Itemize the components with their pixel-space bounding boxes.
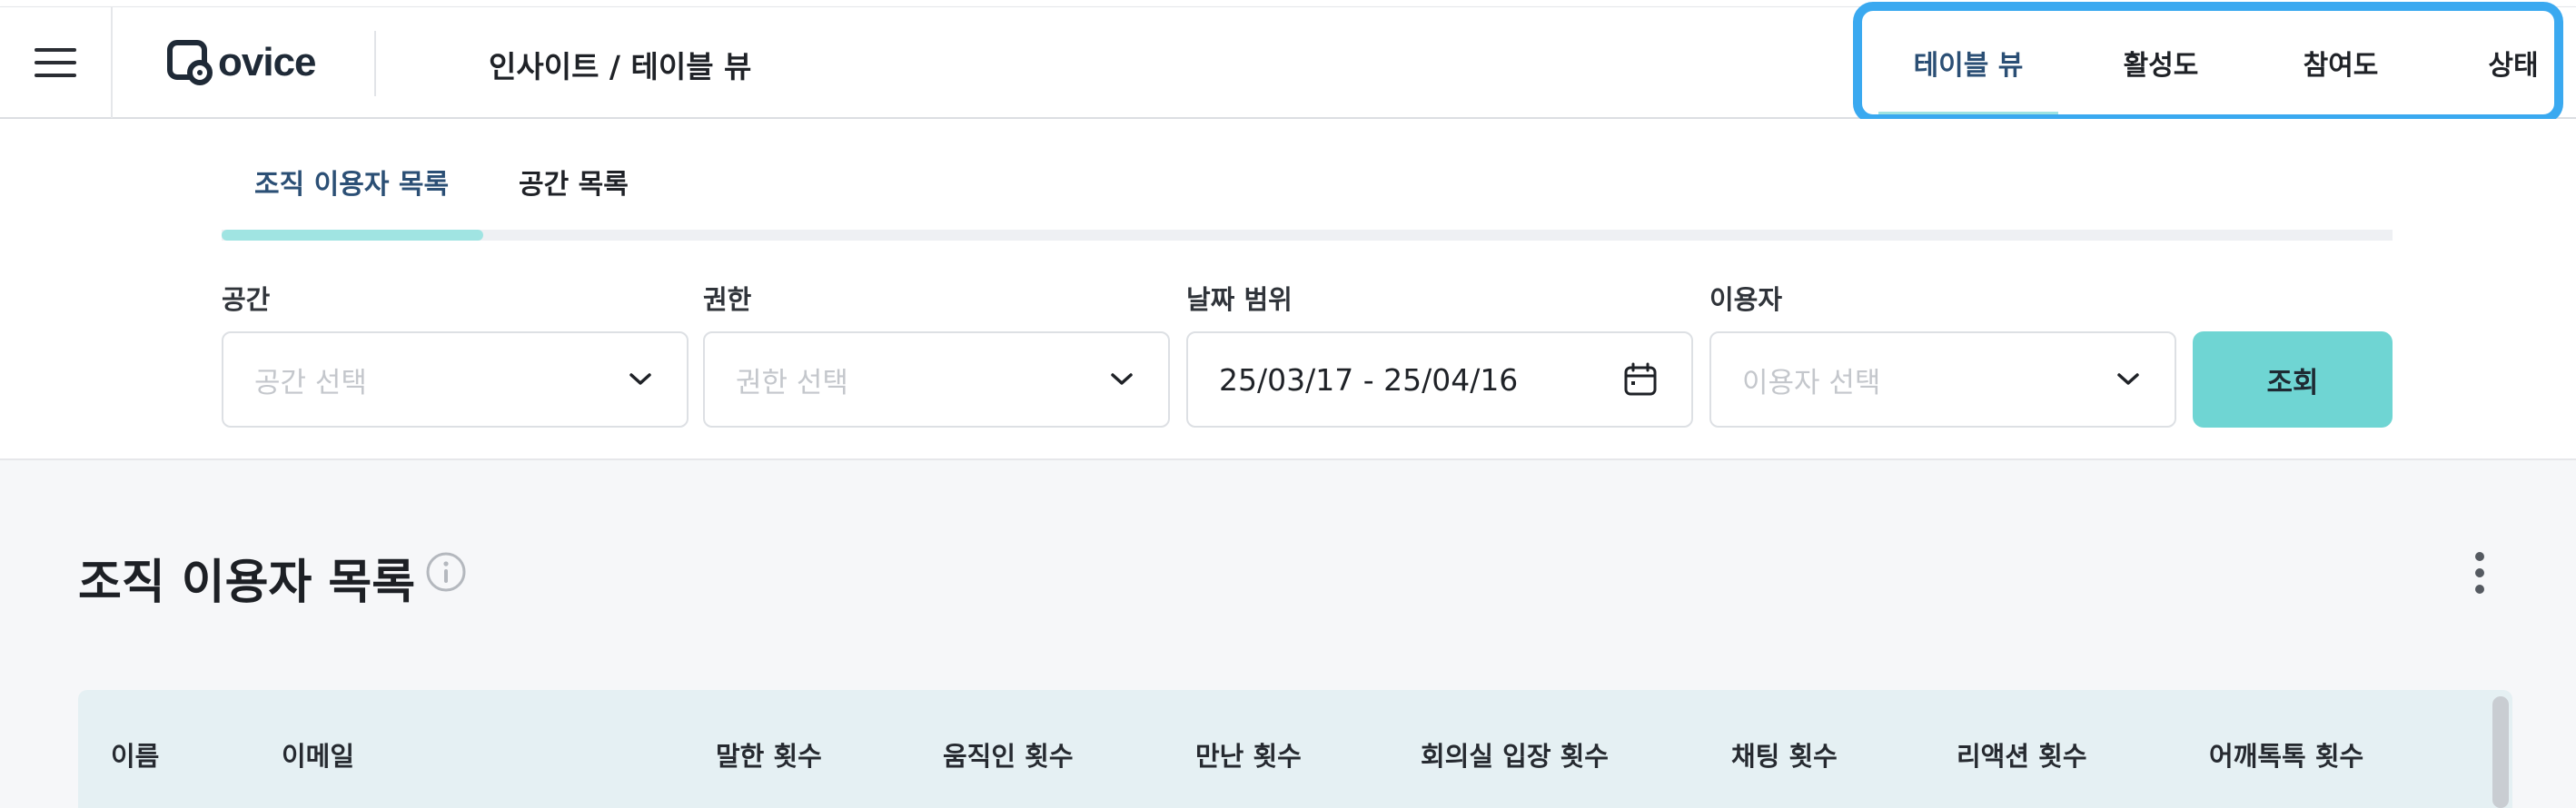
menu-button[interactable] <box>0 7 113 118</box>
logo-text: ovice <box>218 40 317 84</box>
top-header: ovice 인사이트 / 테이블 뷰 테이블 뷰 활성도 참여도 상태 <box>0 6 2576 121</box>
column-header-name[interactable]: 이름 <box>111 735 159 774</box>
content-panel: 조직 이용자 목록 이름 이메일 말한 횟수 움직인 횟수 만난 횟수 회의실 … <box>0 460 2576 808</box>
tab-activity[interactable]: 활성도 <box>2084 7 2238 118</box>
header-divider <box>374 31 376 96</box>
chevron-down-icon <box>2113 364 2144 395</box>
column-header-reaction-count[interactable]: 리액션 횟수 <box>1957 735 2087 774</box>
sub-tab-spaces[interactable]: 공간 목록 <box>519 159 629 204</box>
table-scrollbar[interactable] <box>2492 696 2509 808</box>
ovice-logo[interactable]: ovice <box>167 34 317 91</box>
space-placeholder: 공간 선택 <box>254 366 367 399</box>
column-header-speak-count[interactable]: 말한 횟수 <box>716 735 822 774</box>
column-header-tap-count[interactable]: 어깨톡톡 횟수 <box>2209 735 2363 774</box>
hamburger-icon <box>35 48 76 77</box>
kebab-menu-icon <box>2475 552 2484 594</box>
users-table-header: 이름 이메일 말한 횟수 움직인 횟수 만난 횟수 회의실 입장 횟수 채팅 횟… <box>78 690 2512 808</box>
user-placeholder: 이용자 선택 <box>1742 366 1881 399</box>
column-header-move-count[interactable]: 움직인 횟수 <box>943 735 1074 774</box>
date-range-value: 25/03/17 - 25/04/16 <box>1219 361 1519 398</box>
column-header-meet-count[interactable]: 만난 횟수 <box>1195 735 1302 774</box>
breadcrumb: 인사이트 / 테이블 뷰 <box>489 49 752 84</box>
tab-label: 상태 <box>2488 50 2539 82</box>
ovice-logo-icon <box>167 40 213 85</box>
chevron-down-icon <box>1106 364 1137 395</box>
space-select[interactable]: 공간 선택 <box>222 331 689 428</box>
role-placeholder: 권한 선택 <box>736 366 848 399</box>
sub-tabs: 조직 이용자 목록 공간 목록 <box>222 119 2393 242</box>
column-header-meeting-room-count[interactable]: 회의실 입장 횟수 <box>1421 735 1609 774</box>
search-button[interactable]: 조회 <box>2193 331 2393 428</box>
more-options-button[interactable] <box>2462 547 2498 598</box>
date-range-label: 날짜 범위 <box>1186 284 1293 315</box>
sub-tab-track <box>222 230 2393 241</box>
tab-engagement[interactable]: 참여도 <box>2264 7 2418 118</box>
sub-tab-indicator <box>222 230 483 241</box>
section-title: 조직 이용자 목록 <box>78 556 416 610</box>
tab-label: 활성도 <box>2123 50 2199 82</box>
chevron-down-icon <box>625 364 656 395</box>
user-label: 이용자 <box>1709 284 1783 315</box>
role-label: 권한 <box>703 284 752 315</box>
sub-tab-org-users[interactable]: 조직 이용자 목록 <box>254 159 449 204</box>
column-header-email[interactable]: 이메일 <box>282 735 354 774</box>
user-select[interactable]: 이용자 선택 <box>1709 331 2176 428</box>
tab-label: 참여도 <box>2303 50 2379 82</box>
space-label: 공간 <box>222 284 271 315</box>
date-range-picker[interactable]: 25/03/17 - 25/04/16 <box>1186 331 1693 428</box>
column-header-chat-count[interactable]: 채팅 횟수 <box>1731 735 1838 774</box>
tab-label: 테이블 뷰 <box>1913 50 2024 82</box>
calendar-icon <box>1620 360 1660 399</box>
role-select[interactable]: 권한 선택 <box>703 331 1170 428</box>
tab-status[interactable]: 상태 <box>2445 7 2576 118</box>
info-icon[interactable] <box>425 551 467 593</box>
tab-table-view[interactable]: 테이블 뷰 <box>1878 7 2058 121</box>
filter-section: 조직 이용자 목록 공간 목록 공간 공간 선택 권한 권한 선택 날짜 범위 … <box>0 119 2576 460</box>
